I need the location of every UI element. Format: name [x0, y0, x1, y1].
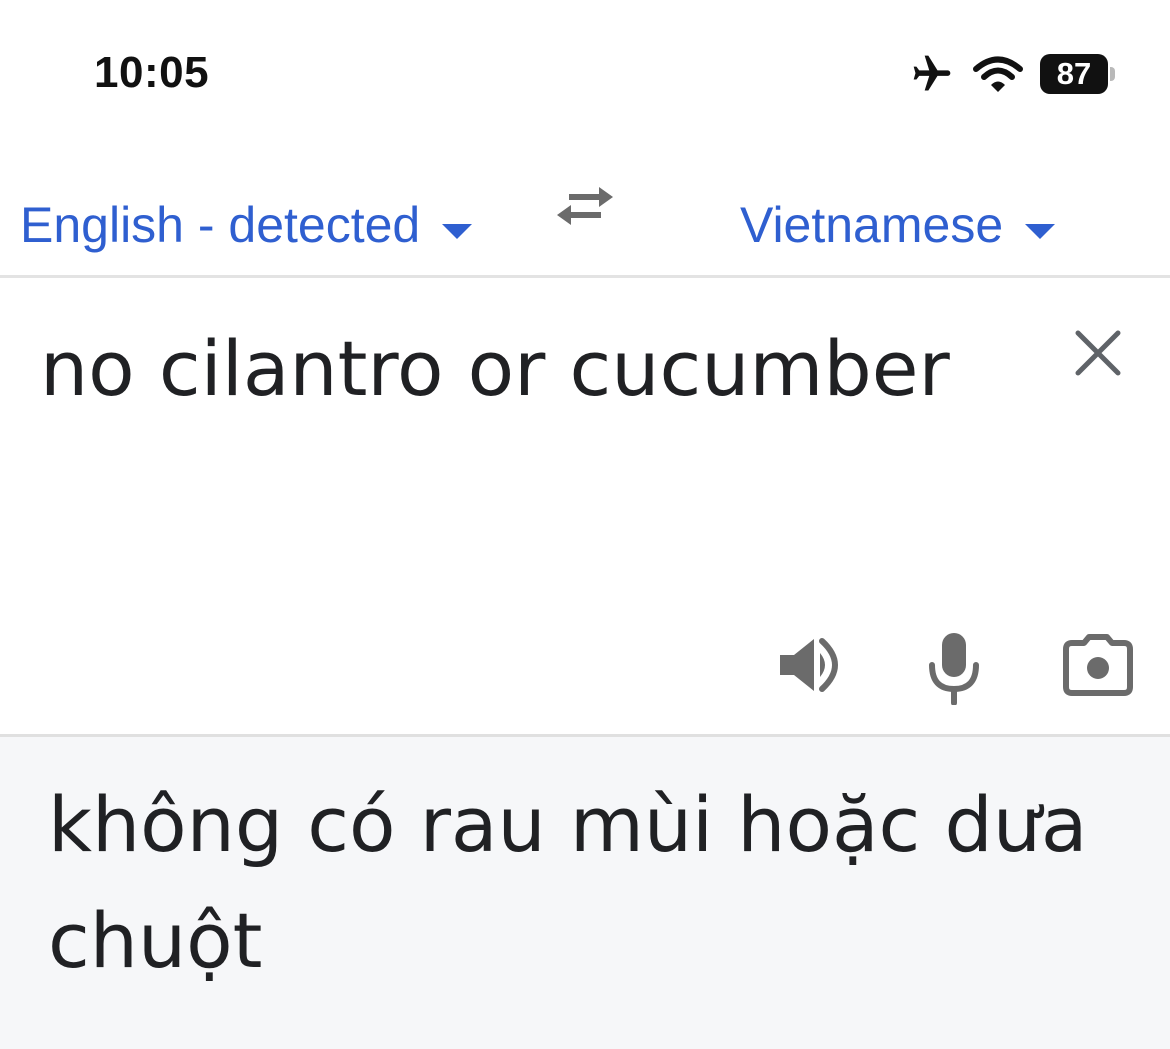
- battery-level: 87: [1056, 56, 1092, 91]
- source-text-input[interactable]: no cilantro or cucumber: [40, 311, 1020, 427]
- status-time: 10:05: [94, 48, 210, 97]
- source-language-label: English - detected: [20, 197, 421, 253]
- speaker-icon[interactable]: [776, 633, 844, 697]
- wifi-icon: [973, 56, 1023, 92]
- source-panel: no cilantro or cucumber: [0, 281, 1170, 734]
- battery-cap: [1110, 67, 1115, 81]
- target-language-label: Vietnamese: [740, 197, 1004, 253]
- translation-panel: không có rau mùi hoặc dưa chuột: [0, 737, 1170, 1049]
- chevron-down-icon: [442, 223, 473, 239]
- translate-screen: 10:05 87 English - detected Vietnamese n…: [0, 0, 1170, 1049]
- camera-icon[interactable]: [1062, 633, 1134, 697]
- source-language-selector[interactable]: English - detected: [20, 196, 473, 254]
- chevron-down-icon: [1025, 223, 1056, 239]
- source-toolbar: [0, 621, 1170, 711]
- target-language-selector[interactable]: Vietnamese: [740, 196, 1056, 254]
- translation-text: không có rau mùi hoặc dưa chuột: [48, 780, 1088, 985]
- airplane-icon: [913, 55, 951, 91]
- status-bar: 10:05 87: [0, 0, 1170, 140]
- close-icon[interactable]: [1070, 325, 1126, 381]
- battery-body: 87: [1040, 54, 1108, 94]
- language-bar: English - detected Vietnamese: [0, 140, 1170, 278]
- swap-languages-icon[interactable]: [553, 180, 617, 232]
- microphone-icon[interactable]: [924, 631, 984, 705]
- battery-icon: 87: [1040, 54, 1118, 94]
